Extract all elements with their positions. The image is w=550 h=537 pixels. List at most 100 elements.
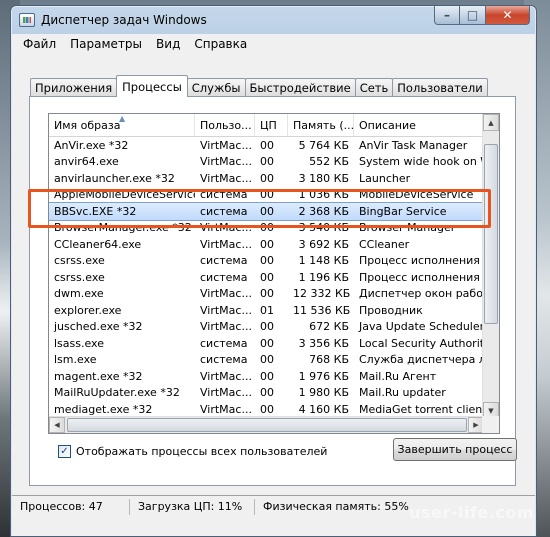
table-row[interactable]: dwm.exe VirtMac... 00 12 332 КБ Диспетчер ок… (49, 286, 499, 303)
cell-image-name: AppleMobileDeviceService... (54, 188, 195, 202)
cell-description: System wide hook on Windo (359, 155, 489, 169)
cell-image-name: magent.exe *32 (54, 369, 143, 383)
vertical-scrollbar[interactable]: ▲ ▼ (482, 114, 499, 419)
cell-image-name: mediaget.exe *32 (54, 402, 153, 416)
cell-description: BingBar Service (359, 204, 447, 218)
cell-image-name: explorer.exe (54, 303, 122, 317)
tab-processes[interactable]: Процессы (116, 75, 188, 97)
tab-users[interactable]: Пользователи (392, 78, 488, 97)
cell-memory: 672 КБ (309, 320, 349, 334)
cell-image-name: BrowserManager.exe *32 (54, 221, 192, 235)
cell-user: VirtMac... (200, 237, 252, 251)
cell-cpu: 00 (260, 237, 274, 251)
status-memory: Физическая память: 55% (263, 500, 409, 513)
table-row[interactable]: explorer.exe VirtMac... 01 11 536 КБ Проводн… (49, 302, 499, 319)
task-manager-icon (19, 13, 35, 27)
cell-cpu: 00 (260, 287, 274, 301)
show-all-users-option[interactable]: ✓ Отображать процессы всех пользователей (58, 445, 327, 458)
menu-help[interactable]: Справка (187, 37, 254, 51)
cell-cpu: 00 (260, 353, 274, 367)
table-row[interactable]: csrss.exe система 00 1 148 КБ Процесс исполн… (49, 253, 499, 270)
table-row[interactable]: lsm.exe система 00 768 КБ Служба диспетчера … (49, 352, 499, 369)
cell-memory: 5 764 КБ (298, 138, 349, 152)
scroll-left-icon[interactable]: ◀ (49, 417, 65, 433)
cell-cpu: 00 (260, 155, 274, 169)
table-row[interactable]: jusched.exe *32 VirtMac... 00 672 КБ Java Up… (49, 319, 499, 336)
menu-file[interactable]: Файл (16, 37, 63, 51)
close-button[interactable]: ✕ (486, 6, 530, 25)
cell-image-name: AnVir.exe *32 (54, 138, 129, 152)
cell-memory: 3 356 КБ (298, 336, 349, 350)
cell-description: CCleaner (359, 237, 410, 251)
cell-cpu: 00 (260, 386, 274, 400)
process-rows: AnVir.exe *32 VirtMac... 00 5 764 КБ AnVir T… (49, 137, 499, 433)
cell-cpu: 00 (260, 270, 274, 284)
process-list[interactable]: Имя образа ▲ Пользо... ЦП Память (... Оп… (48, 113, 500, 434)
table-row[interactable]: magent.exe *32 VirtMac... 00 1 976 КБ Mail.R… (49, 368, 499, 385)
horizontal-scrollbar[interactable]: ◀ ▶ (49, 416, 484, 433)
cell-user: VirtMac... (200, 221, 252, 235)
table-row[interactable]: AnVir.exe *32 VirtMac... 00 5 764 КБ AnVir T… (49, 137, 499, 154)
tab-applications[interactable]: Приложения (30, 78, 118, 97)
window-title: Диспетчер задач Windows (41, 13, 207, 27)
tab-services[interactable]: Службы (186, 78, 246, 97)
table-row[interactable]: BBSvc.EXE *32 система 00 2 368 КБ BingBar Se… (49, 202, 499, 221)
maximize-button[interactable]: □ (460, 6, 486, 25)
tab-performance[interactable]: Быстродействие (244, 78, 356, 97)
cell-image-name: dwm.exe (54, 287, 104, 301)
table-row[interactable]: anvir64.exe VirtMac... 00 552 КБ System wide… (49, 154, 499, 171)
cell-cpu: 00 (260, 254, 274, 268)
minimize-button[interactable]: – (434, 6, 460, 25)
menu-view[interactable]: Вид (149, 37, 187, 51)
cell-cpu: 00 (260, 369, 274, 383)
table-row[interactable]: lsass.exe система 00 3 356 КБ Local Security… (49, 335, 499, 352)
cell-description: Проводник (359, 303, 423, 317)
cell-memory: 1 980 КБ (298, 386, 349, 400)
cell-image-name: csrss.exe (54, 254, 105, 268)
vertical-scroll-thumb[interactable] (484, 144, 498, 324)
cell-description: Local Security Authority Proc (359, 336, 489, 350)
status-cpu: Загрузка ЦП: 11% (130, 498, 255, 515)
cell-memory: 768 КБ (309, 353, 349, 367)
scrollbar-corner (482, 416, 499, 433)
table-row[interactable]: CCleaner64.exe VirtMac... 00 3 692 КБ CClean… (49, 236, 499, 253)
sort-ascending-icon: ▲ (119, 114, 126, 123)
scroll-up-icon[interactable]: ▲ (483, 114, 499, 131)
cell-user: VirtMac... (200, 287, 252, 301)
cell-cpu: 00 (260, 204, 274, 218)
table-row[interactable]: AppleMobileDeviceService... система 00 1 03… (49, 187, 499, 204)
table-row[interactable]: MailRuUpdater.exe *32 VirtMac... 00 1 980 К… (49, 385, 499, 402)
cell-memory: 552 КБ (309, 155, 349, 169)
cell-user: система (200, 188, 248, 202)
cell-memory: 3 180 КБ (298, 171, 349, 185)
table-row[interactable]: csrss.exe система 00 1 196 КБ Процесс исполн… (49, 269, 499, 286)
cell-memory: 1 196 КБ (298, 270, 349, 284)
cell-description: Mail.Ru updater (359, 386, 446, 400)
column-image-name[interactable]: Имя образа ▲ (49, 114, 195, 136)
cell-user: VirtMac... (200, 386, 252, 400)
cell-memory: 3 692 КБ (298, 237, 349, 251)
column-memory[interactable]: Память (... (288, 114, 354, 136)
cell-memory: 2 368 КБ (298, 204, 349, 218)
tab-strip: Приложения Процессы Службы Быстродействи… (30, 75, 488, 97)
cell-user: VirtMac... (200, 369, 252, 383)
column-cpu[interactable]: ЦП (255, 114, 288, 136)
menu-options[interactable]: Параметры (63, 37, 149, 51)
cell-cpu: 00 (260, 138, 274, 152)
cell-user: VirtMac... (200, 171, 252, 185)
horizontal-scroll-thumb[interactable] (67, 418, 467, 432)
cell-cpu: 00 (260, 221, 274, 235)
cell-image-name: BBSvc.EXE *32 (54, 204, 137, 218)
show-all-users-checkbox[interactable]: ✓ (58, 445, 71, 458)
cell-user: система (200, 270, 248, 284)
table-row[interactable]: BrowserManager.exe *32 VirtMac... 00 3 540 … (49, 220, 499, 237)
menu-bar: Файл Параметры Вид Справка (12, 34, 535, 54)
column-image-name-label: Имя образа (54, 118, 121, 132)
table-row[interactable]: anvirlauncher.exe *32 VirtMac... 00 3 180 К… (49, 170, 499, 187)
column-user[interactable]: Пользо... (195, 114, 255, 136)
end-process-button[interactable]: Завершить процесс (393, 438, 517, 461)
cell-memory: 1 976 КБ (298, 369, 349, 383)
cell-memory: 1 148 КБ (298, 254, 349, 268)
column-description[interactable]: Описание (354, 114, 489, 136)
tab-network[interactable]: Сеть (354, 78, 394, 97)
